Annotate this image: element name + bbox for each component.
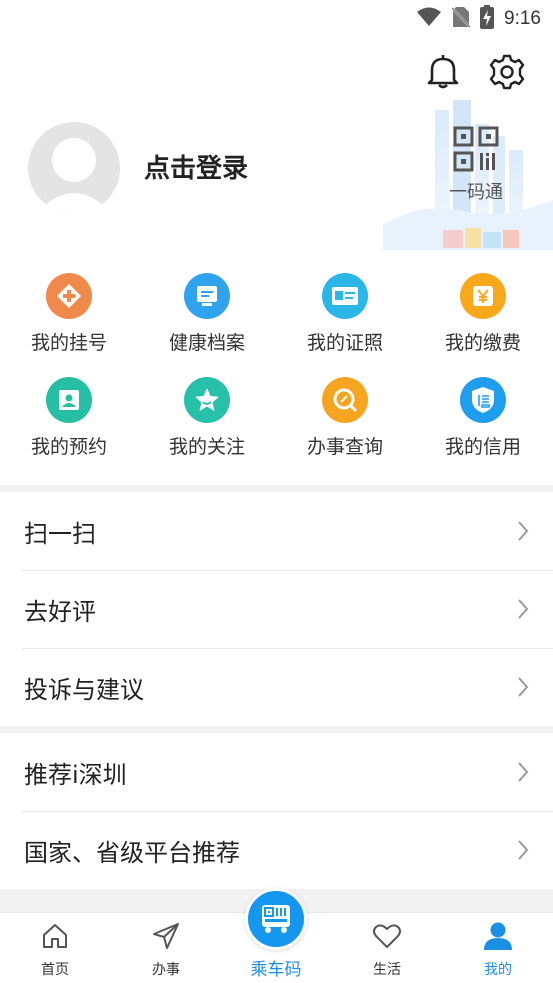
qr-label: 一码通 xyxy=(449,182,503,203)
status-bar: 9:16 xyxy=(0,0,553,40)
menu-item-label: 国家、省级平台推荐 xyxy=(24,838,240,867)
menu-item-label: 投诉与建议 xyxy=(24,675,144,704)
grid-item-credit[interactable]: 我的信用 xyxy=(414,377,552,459)
id-card-icon xyxy=(322,273,368,319)
one-code-pass-button[interactable]: 一码通 xyxy=(440,126,512,204)
search-icon xyxy=(322,377,368,423)
grid-label: 我的挂号 xyxy=(30,332,107,354)
menu-item-scan[interactable]: 扫一扫 xyxy=(0,492,553,570)
battery-charging-icon xyxy=(480,5,495,33)
credit-shield-icon xyxy=(460,377,506,423)
menu-item-label: 扫一扫 xyxy=(24,519,96,548)
nav-home[interactable]: 首页 xyxy=(0,921,110,979)
grid-item-licenses[interactable]: 我的证照 xyxy=(276,273,414,355)
no-sim-icon xyxy=(451,6,471,32)
login-prompt[interactable]: 点击登录 xyxy=(144,148,248,185)
heart-icon xyxy=(332,921,442,951)
chevron-right-icon xyxy=(518,521,529,541)
plus-diamond-icon xyxy=(46,273,92,319)
chevron-right-icon xyxy=(518,762,529,782)
chevron-right-icon xyxy=(518,677,529,697)
menu-item-label: 去好评 xyxy=(24,597,96,626)
grid-label: 办事查询 xyxy=(306,436,383,458)
grid-item-registration[interactable]: 我的挂号 xyxy=(0,273,138,355)
bus-code-label[interactable]: 乘车码 xyxy=(226,955,326,980)
nav-label: 我的 xyxy=(484,962,512,978)
grid-label: 健康档案 xyxy=(168,332,245,354)
menu-item-recommend-ishenzhen[interactable]: 推荐i深圳 xyxy=(0,733,553,811)
menu-item-rate[interactable]: 去好评 xyxy=(0,570,553,648)
settings-gear-icon[interactable] xyxy=(487,52,527,92)
appointment-icon xyxy=(46,377,92,423)
grid-label: 我的信用 xyxy=(444,436,521,458)
send-arrow-icon xyxy=(111,921,221,951)
profile-header: 点击登录 一码通 xyxy=(0,40,553,250)
qr-code-icon xyxy=(453,126,499,172)
chevron-right-icon xyxy=(518,599,529,619)
status-time: 9:16 xyxy=(504,8,541,29)
menu-section-2: 推荐i深圳 国家、省级平台推荐 xyxy=(0,733,553,889)
nav-label: 首页 xyxy=(41,962,69,978)
grid-item-health-records[interactable]: 健康档案 xyxy=(138,273,276,355)
avatar[interactable] xyxy=(28,122,120,214)
nav-label: 办事 xyxy=(152,962,180,978)
grid-label: 我的证照 xyxy=(306,332,383,354)
star-icon xyxy=(184,377,230,423)
bus-code-button[interactable] xyxy=(245,888,307,950)
grid-label: 我的缴费 xyxy=(444,332,521,354)
menu-item-label: 推荐i深圳 xyxy=(24,760,127,789)
grid-item-payments[interactable]: 我的缴费 xyxy=(414,273,552,355)
menu-item-feedback[interactable]: 投诉与建议 xyxy=(0,648,553,726)
grid-item-appointments[interactable]: 我的预约 xyxy=(0,377,138,459)
menu-item-platform-recommend[interactable]: 国家、省级平台推荐 xyxy=(0,811,553,889)
home-icon xyxy=(0,921,110,951)
nav-affairs[interactable]: 办事 xyxy=(111,921,221,979)
document-icon xyxy=(184,273,230,319)
notification-bell-icon[interactable] xyxy=(423,52,463,92)
nav-life[interactable]: 生活 xyxy=(332,921,442,979)
nav-label: 生活 xyxy=(373,962,401,978)
chevron-right-icon xyxy=(518,840,529,860)
menu-section-1: 扫一扫 去好评 投诉与建议 xyxy=(0,492,553,726)
service-grid: 我的挂号 健康档案 我的证照 我的缴费 我的预约 我的关注 办事查询 我的信用 xyxy=(0,250,553,485)
grid-label: 我的预约 xyxy=(30,436,107,458)
bus-qr-icon xyxy=(262,905,290,933)
user-icon xyxy=(443,921,553,951)
grid-item-affairs-query[interactable]: 办事查询 xyxy=(276,377,414,459)
wifi-icon xyxy=(416,7,442,31)
nav-mine[interactable]: 我的 xyxy=(443,921,553,979)
grid-item-follows[interactable]: 我的关注 xyxy=(138,377,276,459)
yuan-icon xyxy=(460,273,506,319)
grid-label: 我的关注 xyxy=(168,436,245,458)
